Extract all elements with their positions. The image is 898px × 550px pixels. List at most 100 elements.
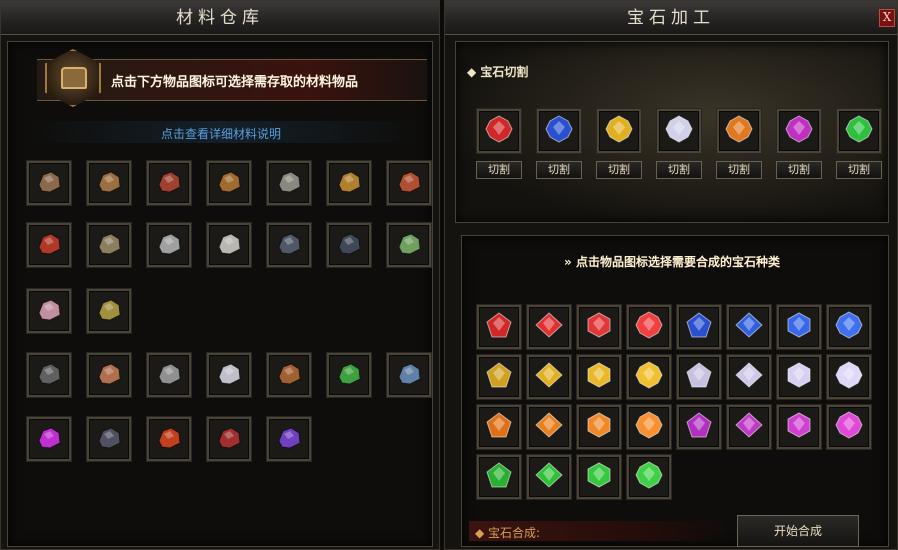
material-slot[interactable]: [27, 289, 71, 333]
gem-synthesis-slot[interactable]: [527, 355, 571, 399]
ruby-gem-2-icon: [534, 311, 564, 343]
gem-cut-slot[interactable]: [477, 109, 521, 153]
cut-button[interactable]: 切割: [536, 161, 582, 179]
gem-synthesis-slot[interactable]: [827, 405, 871, 449]
material-slot[interactable]: [147, 161, 191, 205]
mithril-ore-icon: [214, 359, 244, 391]
material-slot[interactable]: [267, 223, 311, 267]
cut-button[interactable]: 切割: [476, 161, 522, 179]
cut-button[interactable]: 切割: [596, 161, 642, 179]
sapphire-gem-2-icon: [734, 311, 764, 343]
cut-button[interactable]: 切割: [656, 161, 702, 179]
gem-cut-slot[interactable]: [717, 109, 761, 153]
sapphire-gem-4-icon: [834, 311, 864, 343]
material-slot[interactable]: [387, 161, 431, 205]
topaz-cluster-icon: [604, 115, 634, 147]
gem-synthesis-slot[interactable]: [827, 305, 871, 349]
gem-synthesis-slot[interactable]: [577, 455, 621, 499]
gem-synthesis-slot[interactable]: [627, 455, 671, 499]
material-slot[interactable]: [327, 353, 371, 397]
amethyst-gem-2-icon: [734, 411, 764, 443]
material-slot[interactable]: [387, 223, 431, 267]
gem-synthesis-slot[interactable]: [827, 355, 871, 399]
start-synthesis-button[interactable]: 开始合成: [737, 515, 859, 547]
material-slot[interactable]: [87, 161, 131, 205]
gem-cut-slot[interactable]: [837, 109, 881, 153]
cut-button[interactable]: 切割: [836, 161, 882, 179]
material-slot[interactable]: [267, 417, 311, 461]
gem-cut-slot[interactable]: [777, 109, 821, 153]
material-slot[interactable]: [27, 161, 71, 205]
gem-synthesis-slot[interactable]: [577, 305, 621, 349]
gem-synthesis-slot[interactable]: [727, 305, 771, 349]
material-slot[interactable]: [327, 161, 371, 205]
cut-button[interactable]: 切割: [716, 161, 762, 179]
material-slot[interactable]: [147, 353, 191, 397]
material-slot[interactable]: [207, 161, 251, 205]
diamond-gem-1-icon: [684, 361, 714, 393]
stone-slab-icon: [274, 167, 304, 199]
amber-gem-1-icon: [484, 411, 514, 443]
gem-synthesis-slot[interactable]: [527, 455, 571, 499]
green-ore-icon: [394, 229, 424, 261]
material-slot[interactable]: [87, 223, 131, 267]
gem-synthesis-slot[interactable]: [777, 305, 821, 349]
amber-gem-2-icon: [534, 411, 564, 443]
gem-cut-slot[interactable]: [657, 109, 701, 153]
ruby-gem-3-icon: [584, 311, 614, 343]
diamond-gem-4-icon: [834, 361, 864, 393]
gem-cut-slot[interactable]: [537, 109, 581, 153]
amethyst-cluster-icon: [784, 115, 814, 147]
gem-synthesis-slot[interactable]: [477, 455, 521, 499]
gem-synthesis-slot[interactable]: [527, 405, 571, 449]
blood-rune-icon: [214, 423, 244, 455]
sapphire-gem-1-icon: [684, 311, 714, 343]
gem-synthesis-slot[interactable]: [527, 305, 571, 349]
gem-synthesis-slot[interactable]: [627, 405, 671, 449]
synthesis-heading: » 点击物品图标选择需要合成的宝石种类: [564, 255, 780, 269]
material-slot[interactable]: [267, 353, 311, 397]
gem-synthesis-slot[interactable]: [577, 355, 621, 399]
topaz-gem-4-icon: [634, 361, 664, 393]
gem-synthesis-slot[interactable]: [627, 355, 671, 399]
gem-synthesis-slot[interactable]: [777, 405, 821, 449]
material-slot[interactable]: [27, 353, 71, 397]
material-slot[interactable]: [327, 223, 371, 267]
warehouse-title: 材料仓库: [1, 1, 439, 35]
material-slot[interactable]: [147, 417, 191, 461]
ruby-cluster-icon: [484, 115, 514, 147]
gem-synthesis-slot[interactable]: [777, 355, 821, 399]
dark-ore-icon: [274, 229, 304, 261]
material-slot[interactable]: [87, 289, 131, 333]
cut-button[interactable]: 切割: [776, 161, 822, 179]
gem-synthesis-slot[interactable]: [677, 355, 721, 399]
material-slot[interactable]: [27, 223, 71, 267]
gem-synthesis-slot[interactable]: [477, 405, 521, 449]
material-slot[interactable]: [87, 417, 131, 461]
material-slot[interactable]: [207, 417, 251, 461]
material-slot[interactable]: [27, 417, 71, 461]
close-button[interactable]: X: [879, 9, 895, 27]
material-slot[interactable]: [267, 161, 311, 205]
gem-synthesis-slot[interactable]: [477, 305, 521, 349]
gem-synthesis-slot[interactable]: [677, 305, 721, 349]
fire-rune-icon: [154, 423, 184, 455]
gem-synthesis-slot[interactable]: [477, 355, 521, 399]
gem-synthesis-slot[interactable]: [727, 405, 771, 449]
red-planks-icon: [394, 167, 424, 199]
material-slot[interactable]: [207, 353, 251, 397]
material-detail-link[interactable]: 点击查看详细材料说明: [1, 125, 441, 142]
grey-ore-icon: [214, 229, 244, 261]
gem-synthesis-slot[interactable]: [677, 405, 721, 449]
gem-synthesis-slot[interactable]: [577, 405, 621, 449]
gem-processing-title: 宝石加工 X: [445, 1, 897, 35]
gem-cut-slot[interactable]: [597, 109, 641, 153]
gem-synthesis-slot[interactable]: [727, 355, 771, 399]
violet-shard-icon: [274, 423, 304, 455]
gem-synthesis-slot[interactable]: [627, 305, 671, 349]
material-slot[interactable]: [207, 223, 251, 267]
material-slot[interactable]: [87, 353, 131, 397]
gem-synthesis-label: ◆ 宝石合成:: [475, 526, 541, 540]
material-slot[interactable]: [387, 353, 431, 397]
material-slot[interactable]: [147, 223, 191, 267]
